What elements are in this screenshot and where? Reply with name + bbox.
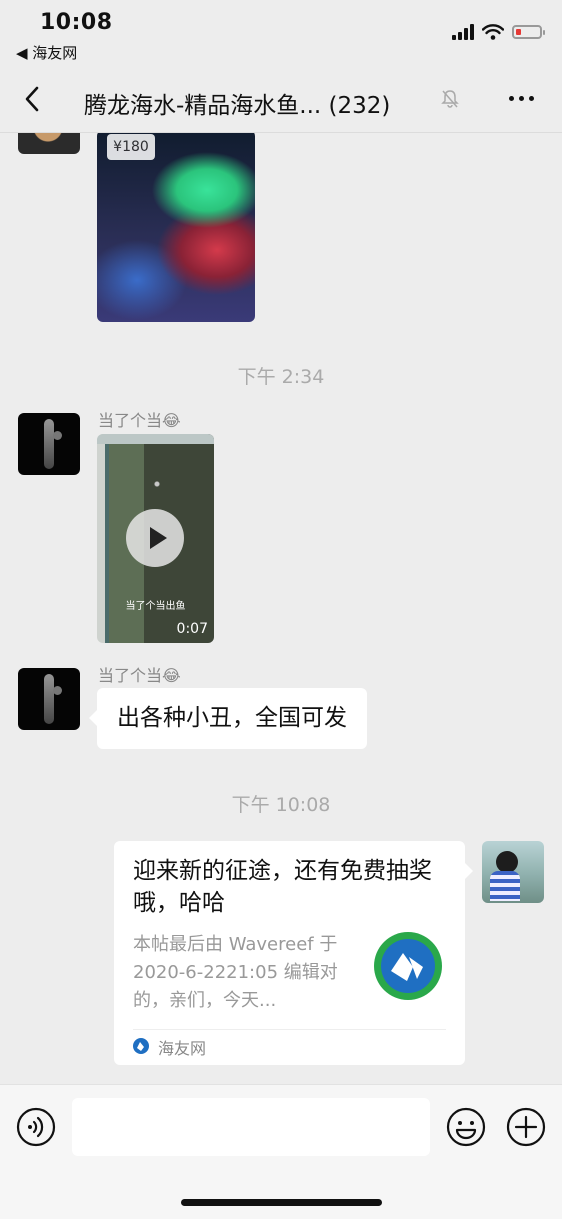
back-icon[interactable] (18, 84, 48, 114)
status-bar: 10:08 ◀ 海友网 (0, 0, 562, 70)
more-options-button[interactable] (509, 96, 534, 101)
input-bar (0, 1084, 562, 1219)
card-source: 海友网 (158, 1039, 207, 1058)
card-divider (133, 1029, 446, 1030)
mute-bell-icon (441, 90, 459, 108)
back-to-app-link[interactable]: ◀ 海友网 (16, 42, 77, 63)
status-icons (452, 24, 545, 40)
sender-name: 当了个当😂 (98, 411, 181, 430)
battery-icon (512, 25, 545, 39)
sender-name: 当了个当😂 (98, 666, 181, 685)
signal-icon (452, 24, 474, 40)
card-description: 本帖最后由 Wavereef 于 2020-6-2221:05 编辑对的，亲们，… (133, 934, 338, 1011)
chat-title: 腾龙海水-精品海水鱼... (232) (84, 93, 391, 119)
message-input[interactable] (72, 1098, 430, 1156)
image-message[interactable]: ¥180 (97, 132, 255, 322)
timestamp: 下午 2:34 (237, 366, 325, 388)
site-logo-icon (374, 932, 442, 1000)
text-message[interactable]: 出各种小丑，全国可发 (89, 688, 367, 749)
video-message[interactable]: 当了个当出鱼 0:07 (97, 434, 214, 643)
play-icon[interactable] (126, 509, 184, 567)
home-indicator[interactable] (181, 1199, 382, 1206)
my-avatar[interactable] (482, 841, 544, 903)
price-label: ¥180 (107, 134, 155, 160)
video-caption: 当了个当出鱼 (125, 601, 186, 612)
avatar[interactable] (18, 132, 80, 154)
status-time: 10:08 (40, 10, 113, 35)
voice-icon[interactable] (16, 1107, 56, 1147)
plus-icon[interactable] (506, 1107, 546, 1147)
video-duration: 0:07 (176, 621, 208, 637)
chat-header: 腾龙海水-精品海水鱼... (232) (0, 70, 562, 133)
source-logo-icon (133, 1038, 149, 1054)
timestamp: 下午 10:08 (231, 794, 331, 816)
avatar[interactable] (18, 413, 80, 475)
link-card-message[interactable]: 迎来新的征途，还有免费抽奖哦，哈哈 本帖最后由 Wavereef 于 2020-… (114, 841, 473, 1065)
wifi-icon (482, 24, 504, 40)
emoji-icon[interactable] (446, 1107, 486, 1147)
chat-messages[interactable]: ¥180 下午 2:34 当了个当😂 当了个当出鱼 0:07 当了个当😂 出各种… (0, 132, 562, 1084)
card-title: 迎来新的征途，还有免费抽奖哦，哈哈 (133, 858, 432, 916)
avatar[interactable] (18, 668, 80, 730)
